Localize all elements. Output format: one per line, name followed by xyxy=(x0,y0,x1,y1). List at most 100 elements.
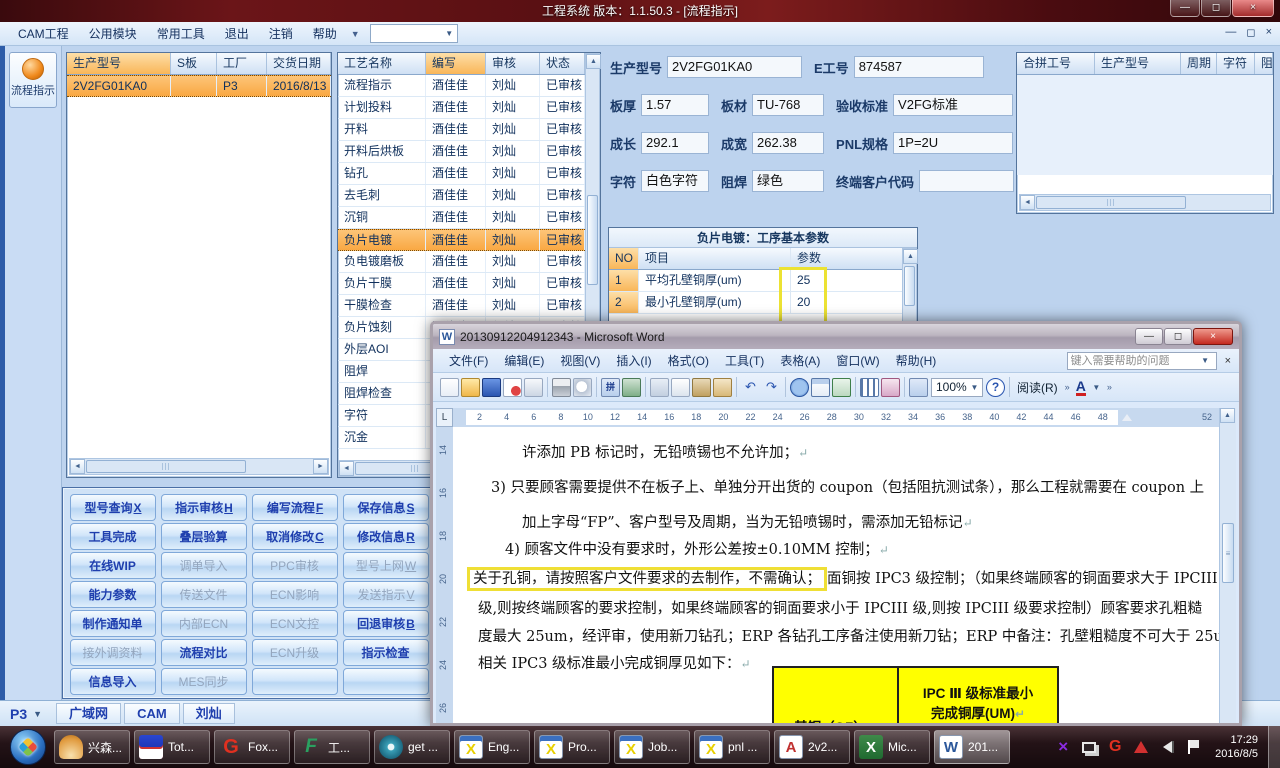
menu-item[interactable]: CAM工程 xyxy=(8,25,79,43)
param-row[interactable]: 1 平均孔壁铜厚(um) 25 xyxy=(609,270,903,292)
process-row[interactable]: 沉铜 酒佳佳 刘灿 已审核 xyxy=(338,207,585,229)
quick-search-combobox[interactable]: ▼ xyxy=(369,24,458,43)
read-mode-button[interactable]: 阅读(R) xyxy=(1017,379,1058,396)
new-document-icon[interactable] xyxy=(440,377,459,397)
print-preview-icon[interactable] xyxy=(573,377,592,397)
action-button[interactable]: MES同步 xyxy=(161,668,247,695)
chevron-down-icon[interactable]: ▼ xyxy=(442,26,457,41)
taskbar-button[interactable]: Job... xyxy=(614,730,690,764)
process-row[interactable]: 干膜检查 酒佳佳 刘灿 已审核 xyxy=(338,295,585,317)
process-row[interactable]: 钻孔 酒佳佳 刘灿 已审核 xyxy=(338,163,585,185)
action-button[interactable]: ECN文控 xyxy=(252,610,338,637)
action-button[interactable] xyxy=(343,668,429,695)
process-row[interactable]: 开料 酒佳佳 刘灿 已审核 xyxy=(338,119,585,141)
chevron-down-icon[interactable]: ▼ xyxy=(1089,380,1104,395)
field-value[interactable]: 绿色 xyxy=(752,170,825,192)
scroll-up-icon[interactable]: ▲ xyxy=(903,249,918,264)
action-button[interactable]: 能力参数 xyxy=(70,581,156,608)
action-button[interactable]: 制作通知单 xyxy=(70,610,156,637)
menu-item[interactable]: 表格(A) xyxy=(772,350,828,371)
taskbar-button[interactable]: 工... xyxy=(294,730,370,764)
scroll-up-icon[interactable]: ▲ xyxy=(586,54,601,69)
scroll-up-icon[interactable]: ▲ xyxy=(1220,408,1235,423)
column-header[interactable]: 阻焊 xyxy=(1255,53,1273,74)
taskbar-button[interactable]: Mic... xyxy=(854,730,930,764)
action-button[interactable]: 调单导入 xyxy=(161,552,247,579)
foxmail-tray-icon[interactable]: G xyxy=(1105,737,1125,757)
column-header[interactable]: 生产型号 xyxy=(1095,53,1181,74)
process-row[interactable]: 负片电镀 酒佳佳 刘灿 已审核 xyxy=(338,229,585,251)
tray-x-icon[interactable]: × xyxy=(1053,737,1073,757)
mdi-close-icon[interactable]: × xyxy=(1266,26,1272,39)
word-vscrollbar[interactable]: ▲ ≡ xyxy=(1219,408,1236,723)
merge-hscrollbar[interactable]: ◄ xyxy=(1019,194,1271,211)
field-value[interactable] xyxy=(919,170,1015,192)
research-icon[interactable] xyxy=(622,377,641,397)
column-header[interactable]: 周期 xyxy=(1181,53,1217,74)
params-vscrollbar[interactable]: ▲ xyxy=(902,248,918,329)
help-question-box[interactable]: 键入需要帮助的问题 ▼ xyxy=(1066,351,1217,370)
action-button[interactable]: 信息导入 xyxy=(70,668,156,695)
action-button[interactable]: 叠层验算 xyxy=(161,523,247,550)
action-button[interactable]: 指示审核 H xyxy=(161,494,247,521)
process-row[interactable]: 去毛刺 酒佳佳 刘灿 已审核 xyxy=(338,185,585,207)
email-icon[interactable] xyxy=(524,377,543,397)
horizontal-ruler[interactable]: L 2 4 6 8 10 12 14 16 18 20 22 24 26 28 30 32 34 36 38 40 42… xyxy=(436,408,1226,427)
volume-icon[interactable] xyxy=(1157,737,1177,757)
word-minimize-button[interactable]: — xyxy=(1135,328,1163,345)
action-button[interactable]: 发送指示 V xyxy=(343,581,429,608)
taskbar-button[interactable]: 兴森... xyxy=(54,730,130,764)
action-button[interactable]: 在线WIP xyxy=(70,552,156,579)
action-button[interactable]: ECN升级 xyxy=(252,639,338,666)
menu-item[interactable]: 编辑(E) xyxy=(496,350,552,371)
scrollbar-thumb[interactable] xyxy=(587,195,598,285)
column-header[interactable]: 参数 xyxy=(791,248,903,269)
chevron-down-icon[interactable]: ▼ xyxy=(1198,353,1213,368)
print-icon[interactable] xyxy=(552,377,571,397)
menu-item[interactable]: 帮助(H) xyxy=(888,350,945,371)
field-value[interactable]: 2V2FG01KA0 xyxy=(667,56,803,78)
taskbar-button[interactable]: Tot... xyxy=(134,730,210,764)
restore-button[interactable]: ◻ xyxy=(1201,0,1231,17)
field-value[interactable]: 1P=2U xyxy=(893,132,1014,154)
scrollbar-thumb[interactable] xyxy=(1036,196,1186,209)
update-arrow-icon[interactable] xyxy=(1131,737,1151,757)
menu-item[interactable]: 公用模块 xyxy=(79,25,147,43)
column-header[interactable]: 工厂 xyxy=(217,53,267,74)
process-row[interactable]: 开料后烘板 酒佳佳 刘灿 已审核 xyxy=(338,141,585,163)
toolbar-overflow-icon[interactable]: » xyxy=(1065,382,1070,392)
field-value[interactable]: TU-768 xyxy=(752,94,825,116)
hyperlink-icon[interactable] xyxy=(790,377,809,397)
permission-icon[interactable] xyxy=(503,377,522,397)
field-value[interactable]: V2FG标准 xyxy=(893,94,1014,116)
mdi-restore-icon[interactable]: ◻ xyxy=(1246,26,1255,39)
insert-excel-icon[interactable] xyxy=(832,377,851,397)
field-value[interactable]: 1.57 xyxy=(641,94,710,116)
cut-icon[interactable] xyxy=(650,377,669,397)
column-header[interactable]: S板 xyxy=(171,53,217,74)
network-icon[interactable] xyxy=(1079,737,1099,757)
action-button[interactable]: 型号上网 W xyxy=(343,552,429,579)
chevron-down-icon[interactable]: ▼ xyxy=(33,709,42,719)
minimize-button[interactable]: — xyxy=(1170,0,1200,17)
drawing-icon[interactable] xyxy=(881,377,900,397)
param-row[interactable]: 2 最小孔壁铜厚(um) 20 xyxy=(609,292,903,314)
mdi-minimize-icon[interactable]: — xyxy=(1225,26,1236,39)
redo-icon[interactable]: ↷ xyxy=(762,378,781,397)
menubar-close-icon[interactable]: × xyxy=(1217,355,1239,367)
menu-item[interactable]: 视图(V) xyxy=(552,350,608,371)
vertical-ruler[interactable]: 14 16 18 20 22 24 26 xyxy=(436,427,453,723)
zoom-select[interactable]: 100% ▼ xyxy=(931,377,983,397)
column-header[interactable]: NO xyxy=(609,248,639,269)
field-value[interactable]: 262.38 xyxy=(752,132,825,154)
process-row[interactable]: 计划投料 酒佳佳 刘灿 已审核 xyxy=(338,97,585,119)
column-header[interactable]: 状态 xyxy=(540,53,585,74)
field-value[interactable]: 白色字符 xyxy=(641,170,710,192)
margin-marker-icon[interactable] xyxy=(1122,414,1132,421)
toolbar-overflow-icon[interactable]: » xyxy=(1107,382,1112,392)
scrollbar-thumb[interactable] xyxy=(904,266,915,306)
scroll-left-icon[interactable]: ◄ xyxy=(339,461,354,476)
copy-icon[interactable] xyxy=(671,377,690,397)
action-button[interactable] xyxy=(252,668,338,695)
menu-item[interactable]: 工具(T) xyxy=(717,350,772,371)
